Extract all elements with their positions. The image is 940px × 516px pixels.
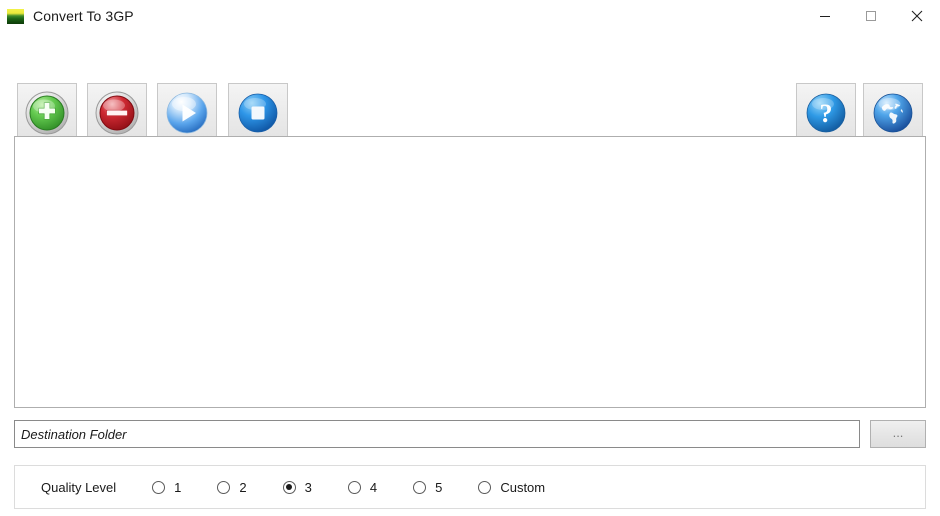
stop-conversion-button[interactable] [228, 83, 288, 143]
destination-row: ... [14, 420, 926, 448]
quality-radio-4[interactable]: 4 [347, 479, 378, 495]
quality-radio-custom[interactable]: Custom [478, 480, 545, 495]
radio-circle-icon [152, 480, 166, 494]
quality-radio-label: 3 [304, 479, 312, 495]
green-plus-icon [24, 90, 70, 136]
toolbar: ? [0, 33, 940, 143]
globe-icon [870, 90, 916, 136]
quality-radio-5[interactable]: 5 [413, 480, 442, 495]
destination-folder-input[interactable] [14, 420, 860, 448]
quality-radio-label: Custom [500, 479, 546, 495]
quality-radio-2[interactable]: 2 [217, 479, 247, 495]
window-controls [802, 0, 940, 32]
window-title: Convert To 3GP [33, 8, 134, 24]
title-bar: Convert To 3GP [0, 0, 940, 33]
red-minus-icon [94, 90, 140, 136]
quality-radio-label: 2 [239, 479, 247, 495]
browse-folder-button[interactable]: ... [870, 420, 926, 448]
quality-level-group: Quality Level 1 2 3 4 5 Custom [14, 465, 926, 509]
quality-radio-label: 5 [435, 479, 443, 495]
website-button[interactable] [863, 83, 923, 143]
radio-circle-icon [413, 480, 427, 494]
quality-level-label: Quality Level [41, 479, 117, 495]
blue-play-icon [164, 90, 210, 136]
remove-files-button[interactable] [87, 83, 147, 143]
maximize-button[interactable] [848, 0, 894, 32]
radio-circle-icon [478, 480, 492, 494]
start-conversion-button[interactable] [157, 83, 217, 143]
radio-circle-icon [217, 480, 231, 494]
radio-circle-icon [347, 480, 361, 494]
quality-radio-label: 4 [369, 479, 378, 495]
blue-stop-icon [235, 90, 281, 136]
minimize-button[interactable] [802, 0, 848, 32]
blue-question-mark-icon: ? [803, 90, 849, 136]
add-files-button[interactable] [17, 83, 77, 143]
file-list[interactable] [14, 136, 926, 408]
quality-radio-1[interactable]: 1 [152, 480, 181, 495]
help-button[interactable]: ? [796, 83, 856, 143]
quality-radio-3[interactable]: 3 [282, 479, 312, 495]
close-button[interactable] [894, 0, 940, 32]
quality-radio-label: 1 [174, 479, 182, 495]
app-icon [7, 8, 24, 24]
radio-circle-selected-icon [282, 480, 296, 494]
